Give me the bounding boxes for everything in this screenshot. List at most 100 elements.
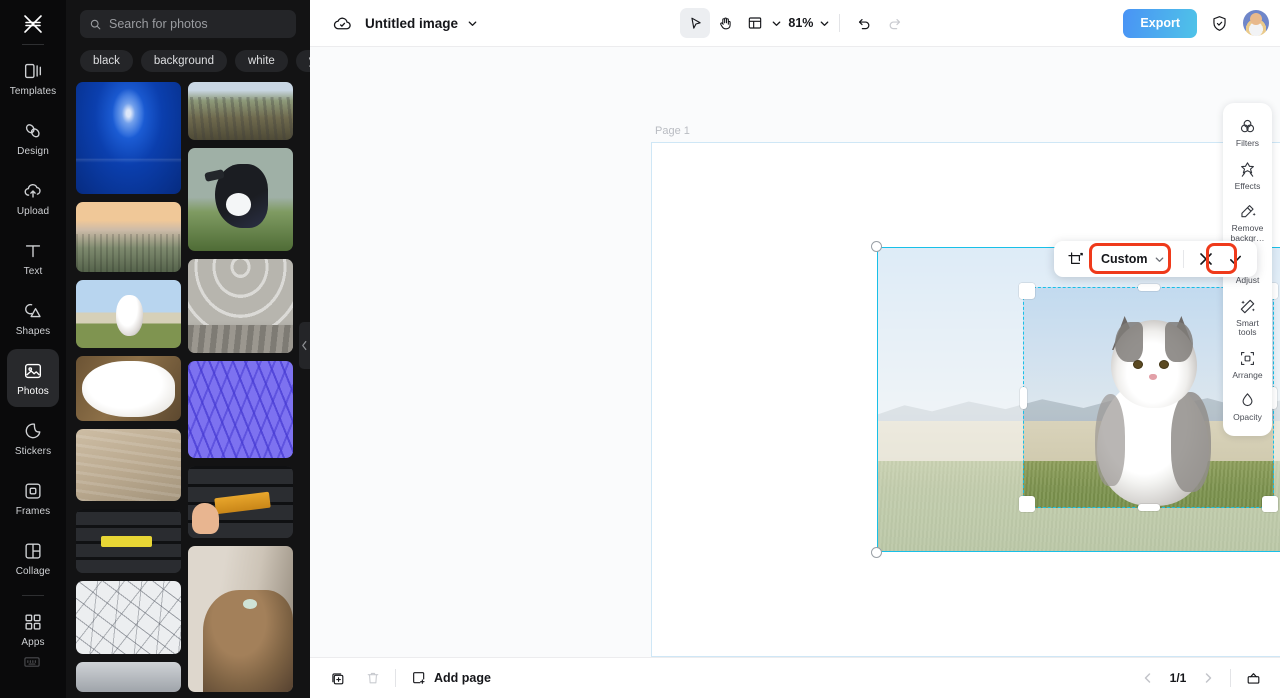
canvas-stage[interactable]: Page 1 Custom Filters Effects Remove bac… bbox=[310, 47, 1280, 657]
sidebar-item-design[interactable]: Design bbox=[7, 109, 59, 167]
aspect-ratio-value: Custom bbox=[1101, 252, 1148, 266]
photo-thumbnail-white-samoyed-dog[interactable] bbox=[76, 355, 181, 421]
right-rail-item-smart-tools[interactable]: Smart tools bbox=[1226, 291, 1270, 343]
page-navigation: 1/1 bbox=[1135, 665, 1221, 691]
photo-grid-column-left bbox=[76, 82, 181, 692]
selection-handle-top-left[interactable] bbox=[871, 241, 882, 252]
chevron-left-icon bbox=[1142, 672, 1154, 684]
chevron-down-icon bbox=[1154, 254, 1165, 265]
photo-thumbnail-policies-procedures-keyboard-key[interactable] bbox=[188, 466, 293, 538]
search-icon bbox=[89, 18, 102, 31]
right-rail-label: Opacity bbox=[1233, 412, 1262, 422]
crop-handle-bottom[interactable] bbox=[1137, 504, 1160, 511]
tag-chip[interactable]: y bbox=[295, 50, 310, 72]
aspect-ratio-dropdown[interactable]: Custom bbox=[1093, 248, 1173, 270]
add-page-button[interactable]: Add page bbox=[411, 670, 491, 686]
layout-grid-icon bbox=[747, 15, 763, 31]
right-rail-label: Adjust bbox=[1235, 275, 1260, 285]
right-rail-item-arrange[interactable]: Arrange bbox=[1226, 343, 1270, 386]
right-rail-item-opacity[interactable]: Opacity bbox=[1226, 385, 1270, 428]
cloud-saved-icon[interactable] bbox=[332, 13, 353, 34]
zoom-chevron-down-icon[interactable] bbox=[819, 18, 830, 29]
search-placeholder: Search for photos bbox=[109, 17, 208, 31]
delete-page-button[interactable] bbox=[360, 665, 386, 691]
bottom-divider-2 bbox=[1230, 669, 1231, 687]
cursor-arrow-icon bbox=[687, 15, 704, 32]
sidebar-item-photos[interactable]: Photos bbox=[7, 349, 59, 407]
add-page-label: Add page bbox=[434, 671, 491, 685]
chevron-right-icon bbox=[1202, 672, 1214, 684]
crop-handle-top-left[interactable] bbox=[1019, 283, 1035, 299]
upload-cloud-icon bbox=[22, 180, 44, 202]
right-rail-item-effects[interactable]: Effects bbox=[1226, 154, 1270, 197]
crop-handle-left[interactable] bbox=[1020, 386, 1027, 409]
select-tool[interactable] bbox=[680, 8, 711, 38]
tag-chip[interactable]: background bbox=[140, 50, 227, 72]
layout-chevron-down-icon[interactable] bbox=[771, 18, 782, 29]
notes-button[interactable] bbox=[1240, 665, 1266, 691]
export-button[interactable]: Export bbox=[1123, 8, 1197, 38]
zoom-control[interactable]: 81% bbox=[784, 16, 830, 30]
photo-thumbnail-fluffy-cat-on-grass[interactable] bbox=[76, 280, 181, 348]
selected-image-cat-on-grass[interactable] bbox=[871, 241, 1280, 558]
sidebar-item-upload[interactable]: Upload bbox=[7, 169, 59, 227]
right-rail-item-filters[interactable]: Filters bbox=[1226, 111, 1270, 154]
crop-handle-top[interactable] bbox=[1137, 284, 1160, 291]
undo-icon bbox=[856, 15, 873, 32]
crop-handle-bottom-left[interactable] bbox=[1019, 496, 1035, 512]
duplicate-page-button[interactable] bbox=[324, 665, 350, 691]
right-rail-label: Smart tools bbox=[1236, 317, 1259, 337]
sidebar-item-shapes[interactable]: Shapes bbox=[7, 289, 59, 347]
avatar[interactable] bbox=[1243, 10, 1269, 36]
sidebar-item-frames[interactable]: Frames bbox=[7, 469, 59, 527]
trash-icon bbox=[365, 670, 381, 686]
photo-thumbnail-gray-gradient-texture[interactable] bbox=[76, 661, 181, 692]
search-input[interactable]: Search for photos bbox=[80, 10, 296, 38]
photo-grid-column-right bbox=[188, 82, 293, 692]
photo-thumbnail-aerial-suburban-neighborhood[interactable] bbox=[188, 82, 293, 140]
undo-button[interactable] bbox=[849, 8, 879, 38]
redo-button[interactable] bbox=[879, 8, 909, 38]
photo-thumbnail-city-skyline-sunset[interactable] bbox=[76, 202, 181, 273]
main-area: Untitled image 81% Export Page 1 Custom … bbox=[310, 0, 1280, 698]
keyboard-shortcuts-button[interactable] bbox=[7, 634, 59, 692]
sidebar-item-label: Templates bbox=[9, 85, 57, 97]
chevron-left-icon bbox=[301, 340, 308, 351]
crop-toolbar-divider bbox=[1182, 250, 1184, 268]
bottom-toolbar: Add page 1/1 bbox=[310, 657, 1280, 698]
photo-thumbnail-cracked-white-paint-texture[interactable] bbox=[76, 581, 181, 654]
layout-tool[interactable] bbox=[740, 8, 770, 38]
sidebar-item-label: Design bbox=[17, 145, 49, 157]
chevron-down-icon[interactable] bbox=[467, 18, 478, 29]
sidebar-item-label: Collage bbox=[15, 565, 51, 577]
page-label: Page 1 bbox=[655, 125, 690, 137]
photo-thumbnail-free-download-keyboard-key[interactable] bbox=[76, 508, 181, 574]
tag-chip[interactable]: black bbox=[80, 50, 133, 72]
crop-toolbar: Custom bbox=[1054, 241, 1257, 277]
photo-thumbnail-weathered-wood-texture[interactable] bbox=[188, 259, 293, 353]
sidebar-item-templates[interactable]: Templates bbox=[7, 49, 59, 107]
sidebar-item-stickers[interactable]: Stickers bbox=[7, 409, 59, 467]
confirm-crop-button[interactable] bbox=[1224, 247, 1248, 271]
photo-thumbnail-purple-leaf-pattern[interactable] bbox=[188, 361, 293, 458]
shield-button[interactable] bbox=[1204, 8, 1234, 38]
tag-chip[interactable]: white bbox=[234, 50, 288, 72]
photos-icon bbox=[22, 360, 44, 382]
hand-tool[interactable] bbox=[710, 8, 740, 38]
photo-thumbnail-blue-underwater-bubbles[interactable] bbox=[76, 82, 181, 195]
sidebar-item-text[interactable]: Text bbox=[7, 229, 59, 287]
stickers-icon bbox=[22, 420, 44, 442]
photo-thumbnail-beige-paper-texture[interactable] bbox=[76, 428, 181, 501]
prev-page-button[interactable] bbox=[1135, 665, 1161, 691]
sidebar-item-collage[interactable]: Collage bbox=[7, 529, 59, 587]
capcut-logo-icon[interactable] bbox=[21, 10, 45, 38]
photo-thumbnail-magpie-bird-on-grass[interactable] bbox=[188, 148, 293, 251]
next-page-button[interactable] bbox=[1195, 665, 1221, 691]
document-title[interactable]: Untitled image bbox=[365, 16, 458, 31]
photo-thumbnail-tabby-cat-looking-up[interactable] bbox=[188, 546, 293, 692]
crop-mode-button[interactable] bbox=[1063, 247, 1087, 271]
collapse-panel-button[interactable] bbox=[299, 322, 310, 369]
crop-handle-bottom-right[interactable] bbox=[1262, 496, 1278, 512]
cancel-crop-button[interactable] bbox=[1194, 247, 1218, 271]
selection-handle-bottom-left[interactable] bbox=[871, 547, 882, 558]
